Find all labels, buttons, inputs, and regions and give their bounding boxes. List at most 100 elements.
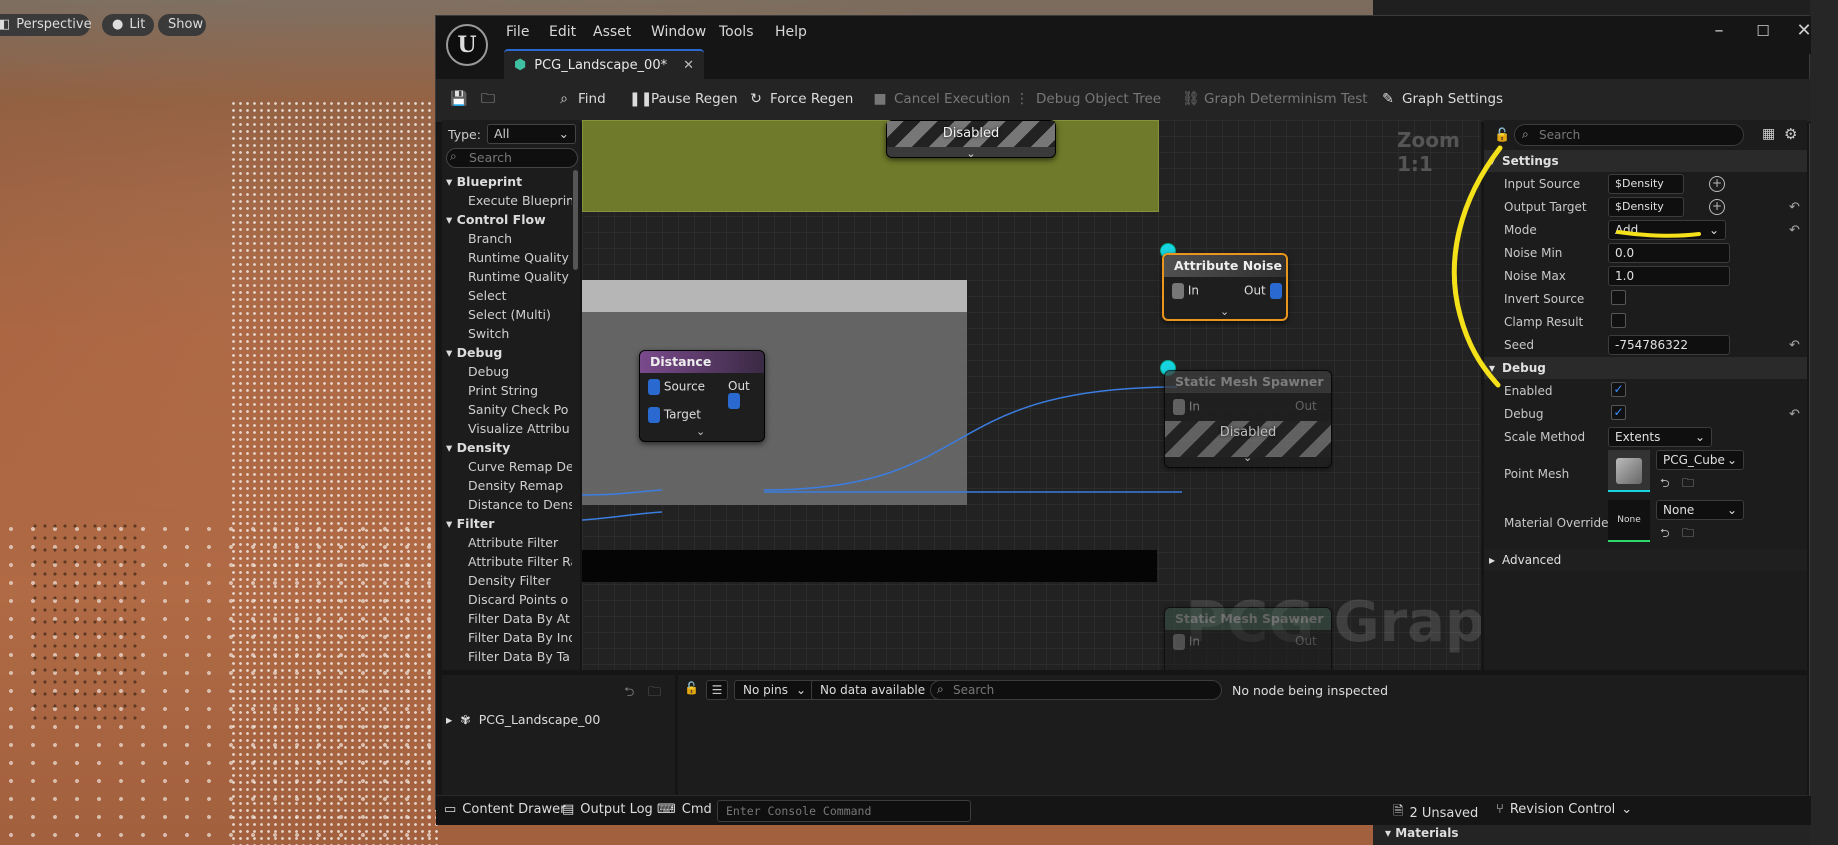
point-mesh-dropdown[interactable]: PCG_Cube ⌄ — [1656, 450, 1744, 470]
palette-item[interactable]: Filter Data By At — [442, 609, 572, 628]
menu-tools[interactable]: Tools — [719, 24, 754, 40]
graph-determinism-test-button[interactable]: ⛓ Graph Determinism Test — [1182, 91, 1368, 107]
inspector-search-input[interactable]: Search — [930, 680, 1222, 700]
debug-object-tree-button[interactable]: ⋮ Debug Object Tree — [1014, 91, 1161, 107]
menu-help[interactable]: Help — [775, 24, 807, 40]
tab-close-icon[interactable]: ✕ — [683, 58, 694, 73]
chevron-down-icon[interactable]: ⌄ — [1243, 451, 1252, 464]
palette-item[interactable]: Discard Points o — [442, 590, 572, 609]
cancel-execution-button[interactable]: ■ Cancel Execution — [872, 91, 1010, 107]
advanced-section[interactable]: ▸ Advanced — [1484, 549, 1807, 571]
details-search-input[interactable]: Search — [1514, 124, 1744, 146]
palette-item[interactable]: Print String — [442, 381, 572, 400]
pin-in[interactable]: In — [1173, 399, 1200, 415]
graph-settings-button[interactable]: ✎ Graph Settings — [1380, 91, 1503, 107]
debug-section[interactable]: ▾ Debug — [1484, 357, 1807, 379]
unsaved-button[interactable]: 🗎 2 Unsaved — [1393, 802, 1478, 824]
pin-out[interactable]: Out — [1295, 634, 1317, 648]
reset-icon[interactable]: ↶ — [1789, 200, 1800, 215]
palette-item[interactable]: Execute Blueprint — [442, 191, 572, 210]
point-mesh-thumbnail[interactable] — [1608, 450, 1650, 492]
material-thumbnail[interactable]: None — [1608, 500, 1650, 542]
pins-dropdown[interactable]: No pins ⌄ — [734, 680, 816, 700]
folder-icon[interactable]: 🗀 — [648, 683, 661, 705]
content-drawer-button[interactable]: ▭ Content Drawer — [444, 802, 565, 817]
minimize-icon[interactable]: – — [1704, 20, 1734, 41]
palette-type-dropdown[interactable]: All ⌄ — [486, 124, 576, 144]
filter-icon[interactable]: ☰ — [706, 680, 728, 700]
menu-edit[interactable]: Edit — [549, 24, 576, 40]
browse-button[interactable]: 🗀 — [480, 91, 496, 107]
pin-in[interactable]: In — [1173, 634, 1200, 650]
materials-section[interactable]: ▾ Materials — [1373, 822, 1810, 845]
find-button[interactable]: ⌕ Find — [556, 91, 606, 107]
palette-category-control-flow[interactable]: ▾ Control Flow — [442, 210, 572, 229]
chevron-down-icon[interactable]: ⌄ — [1220, 305, 1229, 318]
menu-asset[interactable]: Asset — [593, 24, 631, 40]
palette-item[interactable]: Debug — [442, 362, 572, 381]
menu-window[interactable]: Window — [651, 24, 706, 40]
save-button[interactable]: 💾 — [450, 91, 467, 107]
pin-out[interactable]: Out — [1295, 399, 1317, 413]
maximize-icon[interactable]: ☐ — [1748, 22, 1778, 40]
close-icon[interactable]: ✕ — [1789, 20, 1819, 41]
palette-item[interactable]: Distance to Dens — [442, 495, 572, 514]
palette-item[interactable]: Select — [442, 286, 572, 305]
console-command-input[interactable]: Enter Console Command — [717, 800, 971, 822]
palette-item[interactable]: Visualize Attribu — [442, 419, 572, 438]
lock-icon[interactable]: 🔓 — [684, 681, 699, 695]
noise-min-field[interactable]: 0.0 — [1608, 243, 1730, 263]
palette-item[interactable]: Attribute Filter — [442, 533, 572, 552]
palette-item[interactable]: Density Remap — [442, 476, 572, 495]
noise-max-field[interactable]: 1.0 — [1608, 266, 1730, 286]
clamp-result-checkbox[interactable] — [1611, 313, 1626, 328]
palette-item[interactable]: Runtime Quality — [442, 267, 572, 286]
distance-node[interactable]: Distance Source Out Target ⌄ — [639, 350, 765, 442]
material-override-dropdown[interactable]: None ⌄ — [1656, 500, 1744, 520]
palette-search-input[interactable]: Search — [446, 148, 578, 168]
palette-scrollbar[interactable] — [573, 170, 578, 270]
palette-category-blueprint[interactable]: ▾ Blueprint — [442, 172, 572, 191]
tree-item-pcg-landscape[interactable]: ▸ ✾ PCG_Landscape_00 — [446, 712, 600, 727]
static-mesh-spawner-node[interactable]: Static Mesh Spawner In Out Disabled ⌄ — [1164, 370, 1332, 468]
palette-category-density[interactable]: ▾ Density — [442, 438, 572, 457]
tab-pcg-landscape[interactable]: ⬢ PCG_Landscape_00* ✕ — [504, 49, 704, 79]
input-source-field[interactable]: $Density — [1608, 174, 1684, 194]
reset-icon[interactable]: ↶ — [1789, 223, 1800, 238]
viewport-lit-button[interactable]: ● Lit — [102, 14, 154, 36]
gear-icon[interactable]: ⚙ — [1784, 125, 1797, 143]
viewport-show-button[interactable]: Show — [158, 14, 206, 36]
viewport-perspective-button[interactable]: ◧ Perspective — [0, 14, 92, 36]
palette-item[interactable]: Attribute Filter Ra — [442, 552, 572, 571]
browse-folder-icon[interactable]: 🗀 — [1682, 474, 1694, 495]
pause-regen-button[interactable]: ❚❚ Pause Regen — [629, 91, 738, 107]
output-target-field[interactable]: $Density — [1608, 197, 1684, 217]
scale-method-dropdown[interactable]: Extents ⌄ — [1608, 427, 1712, 447]
output-log-button[interactable]: ▤ Output Log — [562, 802, 653, 817]
graph-canvas[interactable]: Disabled ⌄ Zoom 1:1 PCG Graph Distance S… — [582, 120, 1481, 670]
palette-category-debug[interactable]: ▾ Debug — [442, 343, 572, 362]
force-regen-button[interactable]: ↻ Force Regen — [748, 91, 853, 107]
attribute-noise-node[interactable]: Attribute Noise In Out ⌄ — [1162, 253, 1288, 321]
use-selected-icon[interactable]: ⮌ — [1660, 474, 1670, 495]
static-mesh-spawner-node-2[interactable]: Static Mesh Spawner In Out — [1164, 607, 1332, 670]
unreal-logo-icon[interactable]: U — [446, 24, 488, 66]
pin-source[interactable]: Source — [648, 379, 705, 395]
pin-target[interactable]: Target — [648, 407, 701, 423]
palette-item[interactable]: Density Filter — [442, 571, 572, 590]
table-view-icon[interactable]: ▦ — [1762, 126, 1775, 142]
pin-out[interactable]: Out — [1244, 283, 1282, 299]
seed-field[interactable]: -754786322 — [1608, 335, 1730, 355]
revision-control-button[interactable]: ⑂ Revision Control ⌄ — [1496, 802, 1632, 817]
palette-item[interactable]: Branch — [442, 229, 572, 248]
back-icon[interactable]: ⮌ — [624, 683, 634, 705]
palette-item[interactable]: Select (Multi) — [442, 305, 572, 324]
palette-item[interactable]: Filter Data By Ind — [442, 628, 572, 647]
enabled-checkbox[interactable]: ✓ — [1611, 382, 1626, 397]
add-icon[interactable]: + — [1709, 176, 1725, 192]
palette-category-filter[interactable]: ▾ Filter — [442, 514, 572, 533]
palette-item[interactable]: Runtime Quality — [442, 248, 572, 267]
browse-folder-icon[interactable]: 🗀 — [1682, 524, 1694, 545]
invert-source-checkbox[interactable] — [1611, 290, 1626, 305]
pin-in[interactable]: In — [1172, 283, 1199, 299]
